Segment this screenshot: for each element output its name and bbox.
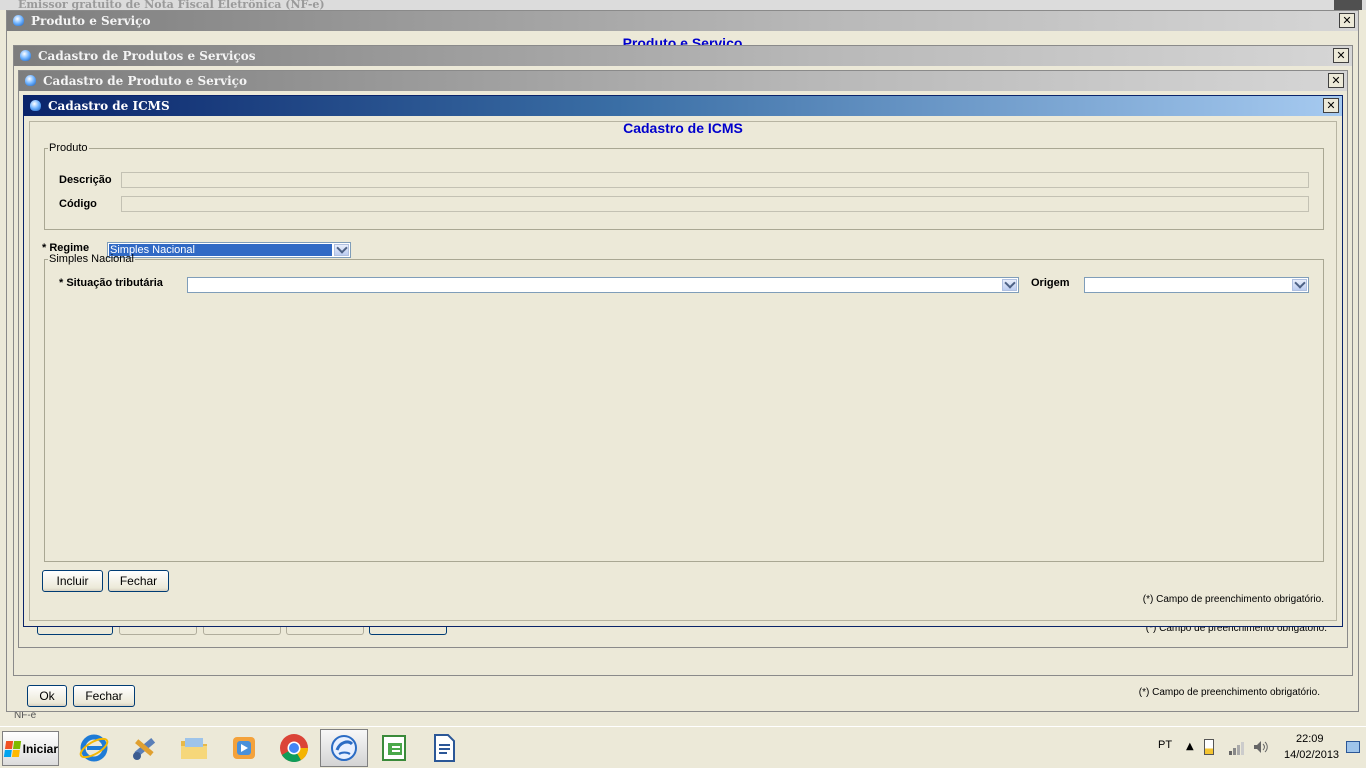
window-title: Cadastro de Produtos e Serviços xyxy=(38,49,256,63)
situacao-tributaria-value xyxy=(189,279,1000,291)
clock-date[interactable]: 14/02/2013 xyxy=(1284,749,1339,761)
icms-panel: Cadastro de ICMS Produto Descrição Códig… xyxy=(29,120,1337,621)
app-icon xyxy=(23,74,39,88)
origem-select[interactable] xyxy=(1084,277,1309,293)
folder-icon[interactable] xyxy=(170,729,218,767)
internet-explorer-icon[interactable] xyxy=(70,729,118,767)
document-icon[interactable] xyxy=(420,729,468,767)
nfe-emissor-icon[interactable] xyxy=(320,729,368,767)
chevron-down-icon[interactable] xyxy=(1002,279,1017,291)
titlebar-cadastro-icms[interactable]: Cadastro de ICMS ✕ xyxy=(24,96,1342,116)
app-icon xyxy=(11,14,27,28)
spreadsheet-icon[interactable] xyxy=(370,729,418,767)
start-button[interactable]: Iniciar xyxy=(2,731,59,766)
origem-value xyxy=(1086,279,1290,291)
show-hidden-icons-icon[interactable]: ▲ xyxy=(1186,741,1194,752)
background-window-controls[interactable] xyxy=(1334,0,1362,10)
origem-label: Origem xyxy=(1031,277,1070,289)
close-icon[interactable]: ✕ xyxy=(1333,48,1349,63)
chrome-icon[interactable] xyxy=(270,729,318,767)
close-icon[interactable]: ✕ xyxy=(1323,98,1339,113)
titlebar-cadastro-produtos-servicos[interactable]: Cadastro de Produtos e Serviços ✕ xyxy=(14,46,1352,66)
titlebar-produto-servico[interactable]: Produto e Serviço ✕ xyxy=(7,11,1358,31)
taskbar: Iniciar PT ▲ 22:09 14/02/2013 xyxy=(0,726,1366,768)
tab-button[interactable] xyxy=(203,627,281,635)
incluir-button[interactable]: Incluir xyxy=(42,570,103,592)
situacao-tributaria-label: * Situação tributária xyxy=(59,277,163,289)
network-signal-icon[interactable] xyxy=(1228,739,1246,755)
volume-icon[interactable] xyxy=(1252,739,1270,755)
tab-button[interactable] xyxy=(286,627,364,635)
titlebar-cadastro-produto-servico[interactable]: Cadastro de Produto e Serviço ✕ xyxy=(19,71,1347,91)
window-title: Cadastro de Produto e Serviço xyxy=(43,74,247,88)
language-indicator[interactable]: PT xyxy=(1158,739,1172,751)
produto-group-legend: Produto xyxy=(49,142,88,154)
show-desktop-icon[interactable] xyxy=(1346,741,1360,753)
simples-nacional-group: Simples Nacional xyxy=(44,253,1324,562)
window-title: Produto e Serviço xyxy=(31,14,151,28)
close-icon[interactable]: ✕ xyxy=(1328,73,1344,88)
window-title: Cadastro de ICMS xyxy=(48,99,170,113)
situacao-tributaria-select[interactable] xyxy=(187,277,1019,293)
chevron-down-icon[interactable] xyxy=(1292,279,1307,291)
tools-icon[interactable] xyxy=(120,729,168,767)
ok-button[interactable]: Ok xyxy=(27,685,67,707)
clock-time[interactable]: 22:09 xyxy=(1296,733,1324,745)
close-icon[interactable]: ✕ xyxy=(1339,13,1355,28)
tab-button[interactable] xyxy=(369,627,447,635)
tab-button[interactable] xyxy=(119,627,197,635)
battery-warning-icon[interactable] xyxy=(1204,739,1214,755)
app-icon xyxy=(28,99,44,113)
app-icon xyxy=(18,49,34,63)
codigo-label: Código xyxy=(59,198,97,210)
descricao-label: Descrição xyxy=(59,174,112,186)
window-cadastro-icms: Cadastro de ICMS ✕ Cadastro de ICMS Prod… xyxy=(23,95,1343,627)
start-label: Iniciar xyxy=(22,741,58,756)
page-title: Cadastro de ICMS xyxy=(623,120,743,136)
required-note: (*) Campo de preenchimento obrigatório. xyxy=(1142,594,1324,605)
fechar-button[interactable]: Fechar xyxy=(73,685,135,707)
codigo-field[interactable] xyxy=(121,196,1309,212)
simples-nacional-legend: Simples Nacional xyxy=(49,253,134,265)
tab-button[interactable] xyxy=(37,627,113,635)
required-note: (*) Campo de preenchimento obrigatório. xyxy=(1138,687,1320,698)
fechar-button[interactable]: Fechar xyxy=(108,570,169,592)
background-app-titlebar: Emissor gratuito de Nota Fiscal Eletrôni… xyxy=(0,0,1366,11)
windows-flag-icon xyxy=(3,740,21,757)
media-player-icon[interactable] xyxy=(220,729,268,767)
descricao-field[interactable] xyxy=(121,172,1309,188)
